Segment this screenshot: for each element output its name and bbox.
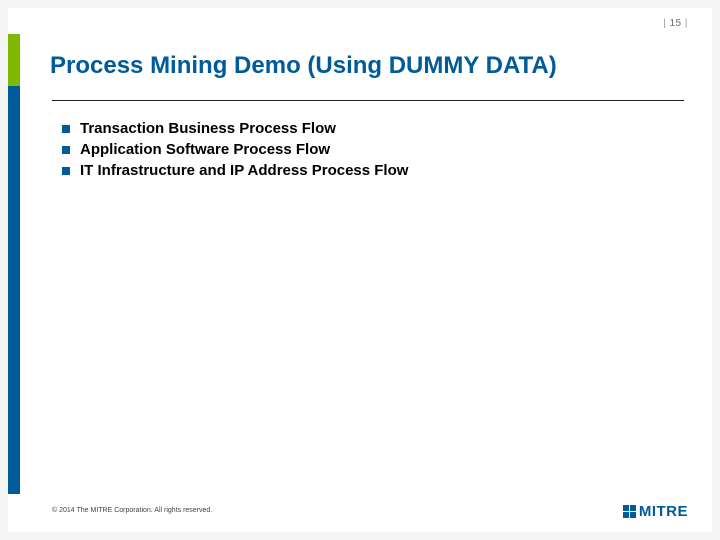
bullet-list: Transaction Business Process Flow Applic… — [62, 120, 672, 183]
copyright-text: © 2014 The MITRE Corporation. All rights… — [52, 507, 212, 514]
bullet-icon — [62, 146, 70, 154]
bullet-text: IT Infrastructure and IP Address Process… — [80, 162, 408, 179]
page-number: | 15 | — [663, 18, 688, 29]
slide: | 15 | Process Mining Demo (Using DUMMY … — [8, 8, 712, 532]
bullet-icon — [62, 167, 70, 175]
page-number-value: 15 — [669, 18, 681, 29]
list-item: Application Software Process Flow — [62, 141, 672, 158]
list-item: IT Infrastructure and IP Address Process… — [62, 162, 672, 179]
title-rule — [52, 100, 684, 101]
bullet-icon — [62, 125, 70, 133]
accent-bar-side — [8, 86, 20, 494]
list-item: Transaction Business Process Flow — [62, 120, 672, 137]
logo-text: MITRE — [639, 503, 688, 520]
accent-bar-top — [8, 34, 20, 86]
mitre-logo: MITRE — [623, 502, 688, 520]
slide-title: Process Mining Demo (Using DUMMY DATA) — [50, 52, 682, 81]
logo-squares-icon — [623, 505, 636, 518]
bullet-text: Application Software Process Flow — [80, 141, 330, 158]
bullet-text: Transaction Business Process Flow — [80, 120, 336, 137]
